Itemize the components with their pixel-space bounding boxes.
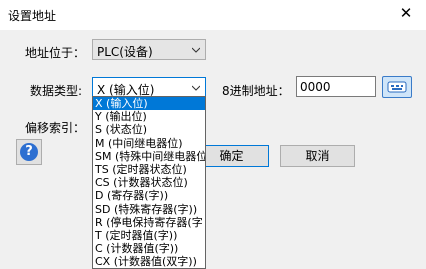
dropdown-option[interactable]: TS (定时器状态位) xyxy=(93,163,205,176)
dropdown-option[interactable]: T (定时器值(字)) xyxy=(93,229,205,242)
address-location-select[interactable]: PLC(设备) xyxy=(92,39,206,60)
octal-address-input[interactable]: 0000 xyxy=(296,76,376,97)
data-type-dropdown-list[interactable]: X (输入位) Y (输出位) S (状态位) M (中间继电器位) SM (特殊中间继… xyxy=(92,96,206,269)
dropdown-option[interactable]: SM (特殊中间继电器位 xyxy=(93,150,205,163)
chevron-down-icon xyxy=(192,47,200,53)
dropdown-option[interactable]: C (计数器值(字)) xyxy=(93,242,205,255)
keyboard-button[interactable] xyxy=(382,76,412,98)
address-location-value: PLC(设备) xyxy=(97,45,153,59)
dropdown-option[interactable]: R (停电保持寄存器(字 xyxy=(93,216,205,229)
chevron-down-icon xyxy=(192,85,200,91)
dropdown-option[interactable]: CX (计数器值(双字)) xyxy=(93,255,205,268)
dropdown-option[interactable]: Y (输出位) xyxy=(93,110,205,123)
octal-address-value: 0000 xyxy=(300,80,331,94)
octal-address-label: 8进制地址： xyxy=(222,84,290,98)
title-bar: 设置地址 ✕ xyxy=(0,0,426,30)
offset-index-label: 偏移索引： xyxy=(25,121,86,135)
dropdown-option[interactable]: M (中间继电器位) xyxy=(93,137,205,150)
dropdown-option[interactable]: X (输入位) xyxy=(93,97,205,111)
data-type-label: 数据类型: xyxy=(30,84,83,98)
dropdown-option[interactable]: CS (计数器状态位) xyxy=(93,176,205,189)
help-button[interactable]: ? xyxy=(16,139,42,165)
dropdown-option[interactable]: SD (特殊寄存器(字)) xyxy=(93,203,205,216)
data-type-select[interactable]: X (输入位) xyxy=(92,77,206,98)
dropdown-option[interactable]: D (寄存器(字)) xyxy=(93,189,205,202)
address-location-label: 地址位于： xyxy=(25,46,86,60)
window-title: 设置地址 xyxy=(8,9,57,23)
close-icon[interactable]: ✕ xyxy=(398,4,414,22)
keyboard-icon xyxy=(387,81,407,93)
cancel-button[interactable]: 取消 xyxy=(280,145,355,167)
help-icon: ? xyxy=(20,143,38,161)
dropdown-option[interactable]: S (状态位) xyxy=(93,123,205,136)
